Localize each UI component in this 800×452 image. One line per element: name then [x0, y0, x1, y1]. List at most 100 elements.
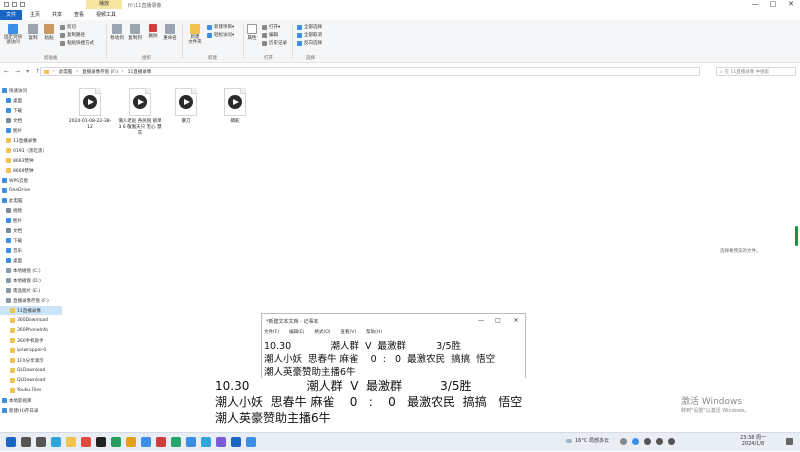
menu-edit[interactable]: 编辑(E) [289, 329, 304, 335]
app-icon-8[interactable] [216, 437, 226, 447]
sidebar-item[interactable]: 视频 [0, 206, 62, 215]
copy-button[interactable]: 复制 [26, 24, 40, 41]
back-arrow-icon[interactable]: ← [4, 68, 9, 75]
edit-button[interactable]: 编辑 [262, 32, 278, 38]
sidebar-item[interactable]: 本地影视库 [0, 396, 62, 405]
task-view-icon[interactable] [36, 437, 46, 447]
notepad-text-area[interactable]: 10.30 潮人群 V 最激群 3/5胜 潮人小妖 思春牛 麻雀 0 : 0 最… [264, 340, 519, 379]
edge-icon[interactable] [51, 437, 61, 447]
easy-access-button[interactable]: 轻松访问▾ [207, 32, 234, 38]
sidebar-item[interactable]: 本地磁盘 (D:) [0, 276, 62, 285]
sidebar-item[interactable]: 8663赞钟 [0, 156, 62, 165]
sidebar-item[interactable]: QLDownload [0, 366, 62, 375]
sidebar-item[interactable]: ipswrapper-0 [0, 346, 62, 355]
breadcrumb-drive[interactable]: 直播录像存盘 (F:) [82, 69, 118, 75]
select-all-button[interactable]: 全部选择 [297, 24, 322, 30]
sidebar-item[interactable]: 桌面 [0, 256, 62, 265]
sidebar-item[interactable]: 图片 [0, 126, 62, 135]
new-folder-button[interactable]: 新建 文件夹 [186, 24, 204, 45]
pin-quick-access-button[interactable]: 固定到快速访问 [3, 24, 23, 45]
tab-home[interactable]: 主页 [30, 11, 40, 19]
menu-file[interactable]: 文件(F) [264, 329, 279, 335]
sidebar-item[interactable]: 下载 [0, 106, 62, 115]
app-icon-5[interactable] [171, 437, 181, 447]
tab-view[interactable]: 查看 [74, 11, 84, 19]
sidebar-item[interactable]: 0193（黑吃黑） [0, 146, 62, 155]
sidebar-item[interactable]: 文档 [0, 116, 62, 125]
delete-button[interactable]: 删除 [146, 24, 160, 39]
move-to-button[interactable]: 移动到 [109, 24, 125, 41]
sidebar-item[interactable]: 11直播录像 [0, 136, 62, 145]
menu-view[interactable]: 查看(V) [341, 329, 357, 335]
sidebar-item[interactable]: 360PhoneInfo [0, 326, 62, 335]
scrollbar[interactable] [795, 226, 798, 246]
close-button[interactable]: ✕ [784, 0, 798, 9]
notepad-minimize-button[interactable]: — [474, 316, 488, 325]
sidebar-item[interactable]: 360手机助手 [0, 336, 62, 345]
app-icon-2[interactable] [126, 437, 136, 447]
notepad-taskbar-icon[interactable] [246, 437, 256, 447]
notification-icon[interactable] [786, 438, 793, 445]
search-input[interactable]: ⌕ 在 11直播录像 中搜索 [716, 67, 796, 76]
context-tab-play[interactable]: 播放 [86, 0, 122, 9]
properties-button[interactable]: 属性 [246, 24, 258, 41]
app-icon-6[interactable] [186, 437, 196, 447]
sidebar-item[interactable]: 音乐 [0, 246, 62, 255]
sidebar-item[interactable]: WPS云盘 [0, 176, 62, 185]
copy-path-button[interactable]: 复制路径 [60, 32, 85, 38]
weather-widget[interactable]: 16°C 局部多云 [566, 437, 609, 444]
file-item[interactable]: 暴刀 [164, 88, 208, 125]
sidebar-item[interactable]: 360Download [0, 316, 62, 325]
app-icon-1[interactable] [111, 437, 121, 447]
sidebar-item[interactable]: 南晶图片 (E:) [0, 286, 62, 295]
sidebar-item[interactable]: OneDrive [0, 186, 62, 195]
tray-app-icon[interactable] [632, 438, 639, 445]
sidebar-item[interactable]: 文档 [0, 226, 62, 235]
breadcrumb-folder[interactable]: 11直播录像 [128, 69, 152, 75]
new-item-button[interactable]: 新建项目▾ [207, 24, 234, 30]
file-item[interactable]: 2024-01-08-22-38-12 [68, 88, 112, 131]
search-icon[interactable] [21, 437, 31, 447]
sidebar-item[interactable]: QLDownload [0, 376, 62, 385]
app-icon-4[interactable] [156, 437, 166, 447]
sidebar-item[interactable]: 新建(H)存日录 [0, 406, 62, 415]
tab-video-tools[interactable]: 视频工具 [96, 11, 116, 19]
sidebar-item[interactable]: 快速访问 [0, 86, 62, 95]
minimize-button[interactable]: — [748, 0, 762, 9]
tab-file[interactable]: 文件 [0, 10, 22, 20]
sidebar-item[interactable]: Youku Files [0, 386, 62, 395]
sidebar-item[interactable]: 本地磁盘 (C:) [0, 266, 62, 275]
open-button[interactable]: 打开▾ [262, 24, 280, 30]
penguin-icon[interactable] [96, 437, 106, 447]
maximize-button[interactable]: □ [766, 0, 780, 9]
sidebar-item[interactable]: 此电脑 [0, 196, 62, 205]
sidebar-item[interactable]: 下载 [0, 236, 62, 245]
file-explorer-icon[interactable] [66, 437, 76, 447]
sidebar-item[interactable]: 图片 [0, 216, 62, 225]
file-item[interactable]: 潮人老赵 各民锐 锁单 3 0 敬凰天只 无心 慧灰 [118, 88, 162, 137]
notepad-maximize-button[interactable]: □ [491, 316, 505, 325]
tray-up-arrow-icon[interactable] [620, 438, 627, 445]
folder-icon[interactable] [4, 2, 9, 7]
sidebar-item[interactable]: 桌面 [0, 96, 62, 105]
app-icon-7[interactable] [201, 437, 211, 447]
chrome-icon[interactable] [81, 437, 91, 447]
copy-to-button[interactable]: 复制到 [127, 24, 143, 41]
recent-dropdown-icon[interactable]: ▾ [26, 68, 29, 75]
ime-icon[interactable] [668, 438, 675, 445]
app-icon-3[interactable] [141, 437, 151, 447]
cut-button[interactable]: 剪切 [60, 24, 76, 30]
wifi-icon[interactable] [644, 438, 651, 445]
volume-icon[interactable] [656, 438, 663, 445]
file-item[interactable]: 碉蛇 [213, 88, 257, 125]
paste-shortcut-button[interactable]: 粘贴快捷方式 [60, 40, 94, 46]
select-none-button[interactable]: 全部取消 [297, 32, 322, 38]
sidebar-item[interactable]: 11直播录像 [0, 306, 62, 315]
paste-button[interactable]: 粘贴 [42, 24, 56, 41]
undo-icon[interactable] [20, 2, 25, 7]
save-icon[interactable] [12, 2, 17, 7]
notepad-close-button[interactable]: ✕ [509, 316, 523, 325]
menu-format[interactable]: 格式(O) [314, 329, 330, 335]
forward-arrow-icon[interactable]: → [15, 68, 20, 75]
history-button[interactable]: 历史记录 [262, 40, 287, 46]
